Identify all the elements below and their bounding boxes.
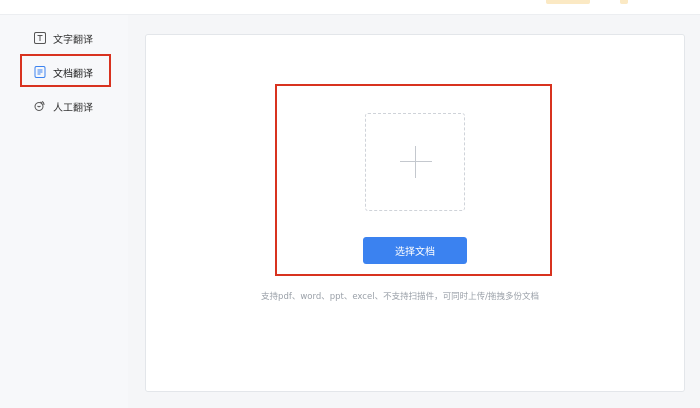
- sidebar-item-label: 人工翻译: [53, 102, 93, 114]
- sidebar-item-text-translate[interactable]: 文字翻译: [34, 28, 93, 48]
- text-t-icon: [34, 32, 46, 44]
- upload-dropzone[interactable]: [365, 113, 465, 211]
- person-speech-icon: [34, 100, 46, 112]
- top-bar-decoration: [546, 0, 590, 4]
- top-bar-decoration: [620, 0, 628, 4]
- upload-hint: 支持pdf、word、ppt、excel、不支持扫描件，可同时上传/拖拽多份文档: [261, 292, 539, 302]
- sidebar-highlight-box: [20, 54, 111, 87]
- sidebar-item-human-translate[interactable]: 人工翻译: [34, 96, 93, 116]
- top-bar: [0, 0, 700, 15]
- select-document-button[interactable]: 选择文档: [363, 237, 467, 264]
- sidebar-item-label: 文字翻译: [53, 34, 93, 46]
